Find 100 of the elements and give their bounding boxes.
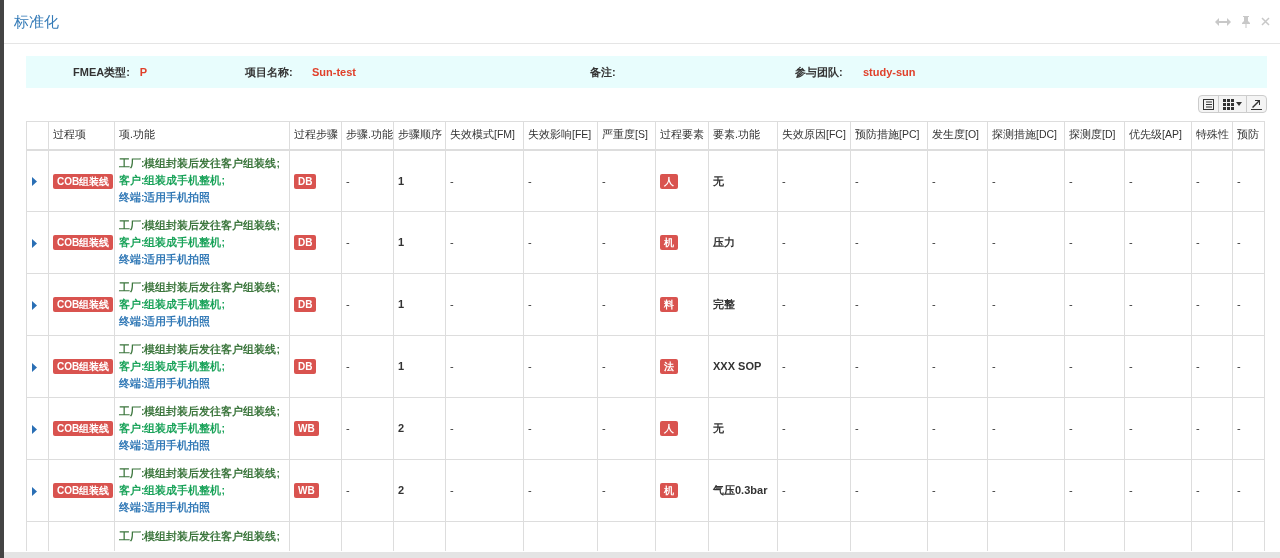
columns-button[interactable] (1218, 95, 1247, 113)
table-cell: - (341, 211, 394, 274)
table-cell: - (341, 459, 394, 522)
table-cell: - (445, 211, 524, 274)
field-value: study-sun (863, 64, 916, 80)
field-label: 备注: (590, 64, 616, 80)
field-label: 项目名称: (245, 64, 294, 80)
table-cell: - (927, 211, 988, 274)
tag-label: 人 (660, 173, 678, 189)
table-cell: - (927, 397, 988, 460)
column-header[interactable]: 失效原因[FC] (777, 121, 851, 150)
table-cell: - (341, 273, 394, 336)
export-button[interactable] (1246, 95, 1267, 113)
export-icon (1251, 98, 1262, 110)
table-cell: - (1064, 459, 1125, 522)
column-header[interactable]: 失效模式[FM] (445, 121, 524, 150)
tag-label: DB (294, 235, 317, 251)
column-header[interactable]: 预防 (1232, 121, 1265, 150)
function-line: 客户:组装成手机整机; (119, 421, 226, 436)
table-cell: - (1191, 335, 1233, 398)
table-cell: - (1124, 335, 1192, 398)
table-cell: - (445, 273, 524, 336)
list-icon (1203, 98, 1214, 110)
table-cell: - (597, 149, 656, 212)
table-cell: 完整 (708, 273, 778, 336)
table-cell: - (927, 335, 988, 398)
table-cell: - (341, 149, 394, 212)
table-cell: - (987, 149, 1065, 212)
column-header[interactable]: 过程项 (48, 121, 115, 150)
table-cell: - (523, 273, 598, 336)
table-cell: - (1191, 211, 1233, 274)
column-header[interactable]: 特殊性 (1191, 121, 1233, 150)
tag-label: COB组装线 (53, 297, 114, 313)
function-line: 终端:适用手机拍照 (119, 438, 212, 453)
table-cell: - (523, 335, 598, 398)
expand-icon[interactable] (31, 300, 38, 310)
column-header[interactable]: 要素.功能 (708, 121, 778, 150)
column-header[interactable]: 严重度[S] (597, 121, 656, 150)
tag-label: WB (294, 421, 319, 437)
field-label: FMEA类型: (73, 64, 130, 80)
table-cell: - (1232, 335, 1265, 398)
card-view-button[interactable] (1198, 95, 1219, 113)
function-line: 终端:适用手机拍照 (119, 190, 212, 206)
tag-label: DB (294, 173, 317, 189)
table-cell: - (523, 149, 598, 212)
function-line: 工厂:模组封装后发往客户组装线; (119, 529, 281, 544)
table-cell: - (987, 459, 1065, 522)
column-header[interactable]: 探测度[D] (1064, 121, 1125, 150)
column-header[interactable]: 过程步骤 (289, 121, 342, 150)
field-label: 参与团队: (795, 64, 844, 80)
column-header[interactable]: 优先级[AP] (1124, 121, 1192, 150)
table-cell: - (341, 335, 394, 398)
expand-icon[interactable] (31, 424, 38, 434)
table-cell: - (850, 149, 928, 212)
table-cell: - (1232, 459, 1265, 522)
column-header[interactable]: 过程要素 (655, 121, 709, 150)
expand-icon[interactable] (31, 238, 38, 248)
function-line: 工厂:模组封装后发往客户组装线; (119, 156, 281, 172)
grid-icon (1223, 98, 1234, 110)
table-cell: - (850, 459, 928, 522)
table-cell: - (927, 459, 988, 522)
table-cell: - (850, 273, 928, 336)
column-header[interactable]: 预防措施[PC] (850, 121, 928, 150)
tag-label: COB组装线 (53, 173, 114, 189)
table-cell: - (445, 335, 524, 398)
caret-icon (1236, 102, 1242, 106)
column-header[interactable]: 失效影响[FE] (523, 121, 598, 150)
function-line: 工厂:模组封装后发往客户组装线; (119, 342, 281, 357)
function-line: 客户:组装成手机整机; (119, 359, 226, 374)
table-cell: - (777, 273, 851, 336)
tag-label: DB (294, 359, 317, 375)
table-cell: - (597, 273, 656, 336)
table-cell: - (987, 335, 1065, 398)
tag-label: WB (294, 483, 319, 499)
table-cell: - (1064, 397, 1125, 460)
expand-icon[interactable] (31, 177, 38, 187)
expand-icon[interactable] (31, 486, 38, 496)
table-cell: - (445, 459, 524, 522)
tag-label: 料 (660, 297, 678, 313)
table-cell: - (597, 397, 656, 460)
table-cell: 1 (393, 335, 446, 398)
table-cell: - (777, 459, 851, 522)
table-cell: - (523, 211, 598, 274)
tag-label: 机 (660, 235, 678, 251)
tag-label: 法 (660, 359, 678, 375)
table-cell: 无 (708, 149, 778, 212)
column-header[interactable]: 发生度[O] (927, 121, 988, 150)
table-cell: - (777, 335, 851, 398)
table-cell: - (1232, 211, 1265, 274)
table-cell: - (1191, 459, 1233, 522)
column-header[interactable]: 探测措施[DC] (987, 121, 1065, 150)
column-header[interactable]: 步骤顺序 (393, 121, 446, 150)
expand-icon[interactable] (31, 362, 38, 372)
table-cell: 1 (393, 149, 446, 212)
table-cell: - (850, 397, 928, 460)
column-header[interactable]: 项.功能 (114, 121, 290, 150)
table-cell: - (445, 149, 524, 212)
table-cell: - (1124, 211, 1192, 274)
field-value: P (139, 64, 148, 80)
column-header[interactable]: 步骤.功能 (341, 121, 394, 150)
